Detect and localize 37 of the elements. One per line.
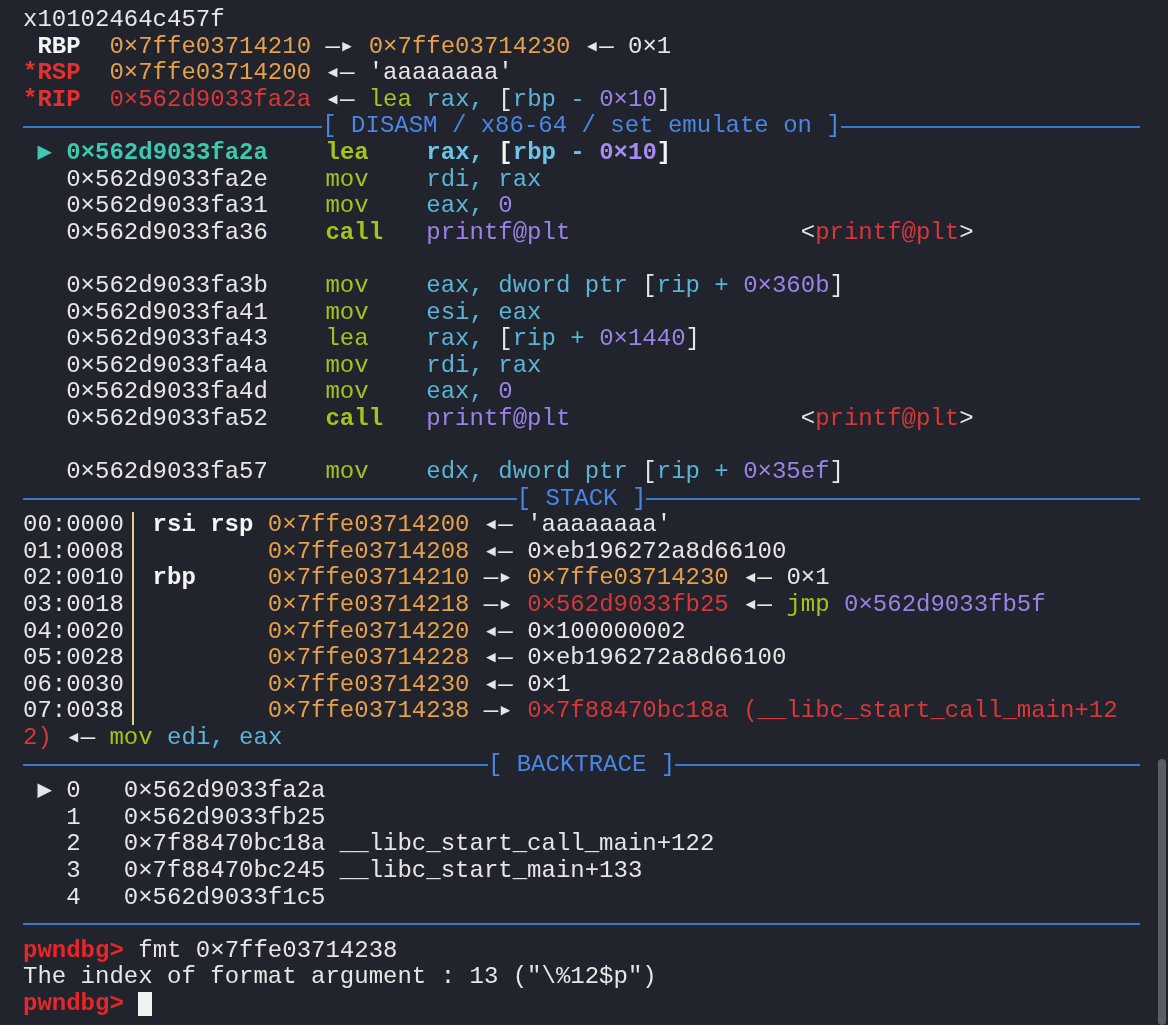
- output-line: 4 0×562d9033f1c5: [65, 884, 327, 912]
- output-line: 01:0008 0×7ffe03714208 ◂— 0×eb196272a8d66100: [23, 538, 788, 566]
- output-line: 0×562d9033fa4a mov rdi, rax: [65, 352, 543, 380]
- output-line: 0×562d9033fa36 call printf@plt <printf@plt>: [65, 219, 975, 247]
- shell-prompt: pwndbg>: [23, 989, 124, 1017]
- output-line: 06:0030 0×7ffe03714230 ◂— 0×1: [23, 671, 572, 699]
- output-line: 1 0×562d9033fb25: [65, 804, 327, 832]
- output-line: 0×562d9033fa52 call printf@plt <printf@plt>: [65, 405, 975, 433]
- output-line: *RIP 0×562d9033fa2a ◂— lea rax, [rbp - 0×10]: [23, 86, 673, 114]
- output-line: 03:0018 0×7ffe03714218 —▸ 0×562d9033fb25 ◂— jmp 0×562d9033fb5f: [23, 592, 1047, 619]
- output-line: ▶ 0×562d9033fa2a lea rax, [rbp - 0×10]: [36, 139, 673, 167]
- output-line: 0×562d9033fa41 mov esi, eax: [65, 299, 543, 327]
- output-line: 0×562d9033fa31 mov eax, 0: [65, 193, 514, 220]
- output-line: 2 0×7f88470bc18a __libc_start_call_main+122: [65, 831, 716, 858]
- command-text: fmt 0×7ffe03714238: [137, 936, 398, 964]
- output-line: 0×562d9033fa2e mov rdi, rax: [65, 166, 543, 194]
- output-line: *RSP 0×7ffe03714200 ◂— 'aaaaaaaa': [23, 60, 514, 87]
- output-line: 07:0038 0×7ffe03714238 —▸ 0×7f88470bc18a (__libc_start_call_main+12: [23, 698, 1119, 726]
- section-title: [ STACK ]: [516, 485, 647, 513]
- output-line: 00:0000 rsi rsp 0×7ffe03714200 ◂— 'aaaaaaaa': [23, 512, 673, 539]
- output-line: RBP 0×7ffe03714210 —▸ 0×7ffe03714230 ◂— 0×1: [36, 33, 673, 61]
- output-line: 05:0028 0×7ffe03714228 ◂— 0×eb196272a8d66100: [23, 645, 788, 672]
- output-line: ▶ 0 0×562d9033fa2a: [36, 778, 327, 805]
- section-title: [ BACKTRACE ]: [487, 751, 676, 779]
- output-line: 3 0×7f88470bc245 __libc_start_main+133: [65, 858, 644, 885]
- output-line: 0×562d9033fa43 lea rax, [rip + 0×1440]: [65, 326, 701, 353]
- scrollbar-thumb[interactable]: [1158, 759, 1166, 1025]
- section-title: [ DISASM / x86-64 / set emulate on ]: [322, 113, 841, 140]
- output-line: The index of format argument : 13 ("\%12$p"): [23, 964, 658, 991]
- output-line: 02:0010 rbp 0×7ffe03714210 —▸ 0×7ffe03714230 ◂— 0×1: [23, 565, 831, 593]
- output-line: 0×562d9033fa57 mov edx, dword ptr [rip + 0×35ef]: [65, 459, 845, 486]
- output-line: 0×562d9033fa4d mov eax, 0: [65, 379, 514, 406]
- output-line: x10102464c457f: [23, 7, 226, 34]
- shell-prompt: pwndbg>: [23, 936, 124, 964]
- output-line: 2) ◂— mov edi, eax: [23, 725, 284, 752]
- output-line: 04:0020 0×7ffe03714220 ◂— 0×100000002: [23, 618, 687, 646]
- output-line: 0×562d9033fa3b mov eax, dword ptr [rip + 0×360b]: [65, 272, 845, 300]
